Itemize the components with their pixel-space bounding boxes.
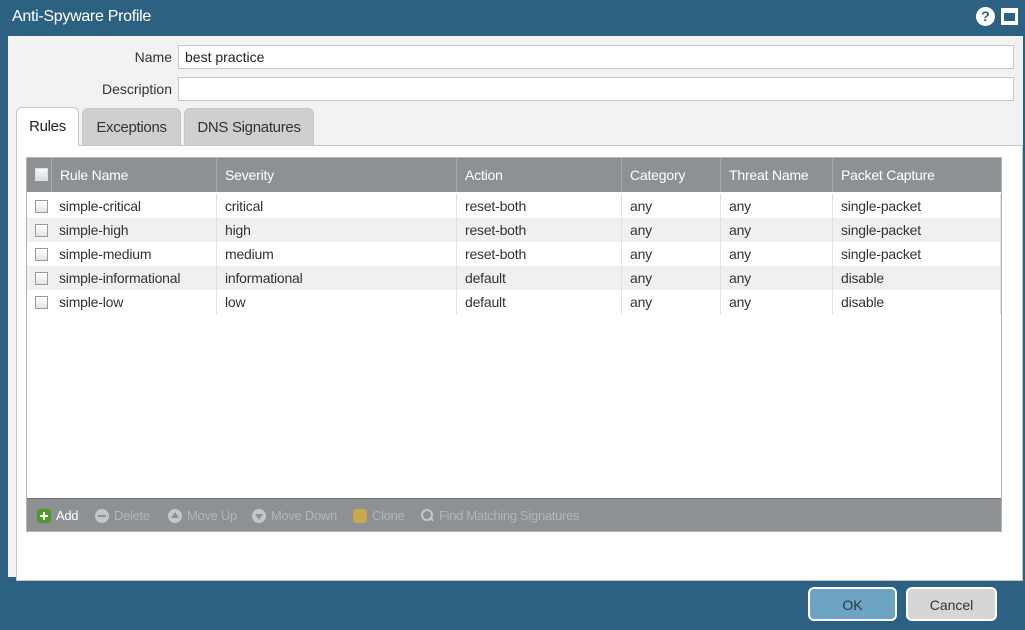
- table-row[interactable]: simple-low low default any any disable: [27, 290, 1001, 314]
- description-input[interactable]: [178, 77, 1014, 101]
- dialog-body: Name Description Rules Exceptions DNS Si…: [8, 36, 1023, 581]
- table-row[interactable]: simple-critical critical reset-both any …: [27, 194, 1001, 218]
- action-cell: default: [457, 290, 622, 314]
- add-icon: [37, 508, 51, 523]
- table-row[interactable]: simple-medium medium reset-both any any …: [27, 242, 1001, 266]
- action-cell: reset-both: [457, 242, 622, 266]
- category-cell: any: [622, 242, 721, 266]
- packet-capture-cell: single-packet: [833, 218, 1001, 242]
- move-up-label: Move Up: [187, 508, 237, 523]
- add-button[interactable]: Add: [37, 508, 79, 523]
- category-cell: any: [622, 218, 721, 242]
- packet-capture-cell: disable: [833, 266, 1001, 290]
- move-down-icon: [252, 508, 266, 523]
- threat-name-cell: any: [721, 194, 833, 218]
- rule-name-cell: simple-informational: [51, 266, 217, 290]
- tab-exceptions[interactable]: Exceptions: [82, 108, 181, 146]
- row-checkbox[interactable]: [35, 200, 48, 213]
- packet-capture-cell: disable: [833, 290, 1001, 314]
- threat-name-cell: any: [721, 290, 833, 314]
- select-all-checkbox[interactable]: [35, 168, 48, 181]
- category-cell: any: [622, 266, 721, 290]
- packet-capture-cell: single-packet: [833, 242, 1001, 266]
- delete-button[interactable]: Delete: [95, 508, 150, 523]
- maximize-icon[interactable]: [1001, 8, 1018, 25]
- delete-icon: [95, 508, 109, 523]
- rule-name-cell: simple-critical: [51, 194, 217, 218]
- table-row[interactable]: simple-high high reset-both any any sing…: [27, 218, 1001, 242]
- help-icon[interactable]: ?: [976, 7, 995, 26]
- find-matching-signatures-label: Find Matching Signatures: [439, 508, 580, 523]
- action-cell: reset-both: [457, 194, 622, 218]
- cancel-button[interactable]: Cancel: [906, 587, 997, 621]
- column-header-threat-name[interactable]: Threat Name: [721, 158, 833, 192]
- column-header-category[interactable]: Category: [622, 158, 721, 192]
- clone-label: Clone: [372, 508, 405, 523]
- severity-cell: critical: [217, 194, 457, 218]
- action-cell: default: [457, 266, 622, 290]
- threat-name-cell: any: [721, 218, 833, 242]
- ok-button[interactable]: OK: [808, 587, 897, 621]
- column-header-severity[interactable]: Severity: [217, 158, 457, 192]
- move-down-button[interactable]: Move Down: [252, 508, 337, 523]
- tab-dns-signatures[interactable]: DNS Signatures: [184, 108, 314, 146]
- severity-cell: high: [217, 218, 457, 242]
- window-title: Anti-Spyware Profile: [12, 8, 151, 25]
- rule-name-cell: simple-high: [51, 218, 217, 242]
- table-header: Rule Name Severity Action Category Threa…: [27, 158, 1001, 192]
- delete-label: Delete: [114, 508, 150, 523]
- search-icon: [420, 508, 434, 523]
- name-label: Name: [134, 49, 172, 65]
- column-header-rule-name[interactable]: Rule Name: [51, 158, 217, 192]
- rule-name-cell: simple-medium: [51, 242, 217, 266]
- add-label: Add: [56, 508, 79, 523]
- title-bar: Anti-Spyware Profile ?: [0, 0, 1025, 36]
- rule-name-cell: simple-low: [51, 290, 217, 314]
- row-checkbox[interactable]: [35, 248, 48, 261]
- severity-cell: medium: [217, 242, 457, 266]
- description-label: Description: [101, 81, 172, 97]
- action-cell: reset-both: [457, 218, 622, 242]
- clone-button[interactable]: Clone: [353, 508, 405, 523]
- move-up-button[interactable]: Move Up: [168, 508, 237, 523]
- table-row[interactable]: simple-informational informational defau…: [27, 266, 1001, 290]
- severity-cell: low: [217, 290, 457, 314]
- table-toolbar: Add Delete Move Up Move Down Clone Find …: [27, 498, 1001, 531]
- column-header-action[interactable]: Action: [457, 158, 622, 192]
- rules-table: Rule Name Severity Action Category Threa…: [26, 157, 1002, 532]
- name-input[interactable]: [178, 45, 1014, 69]
- category-cell: any: [622, 194, 721, 218]
- packet-capture-cell: single-packet: [833, 194, 1001, 218]
- move-down-label: Move Down: [271, 508, 337, 523]
- severity-cell: informational: [217, 266, 457, 290]
- tab-rules[interactable]: Rules: [16, 107, 79, 146]
- clone-icon: [353, 508, 367, 523]
- category-cell: any: [622, 290, 721, 314]
- row-checkbox[interactable]: [35, 296, 48, 309]
- row-checkbox[interactable]: [35, 224, 48, 237]
- threat-name-cell: any: [721, 242, 833, 266]
- find-matching-signatures-button[interactable]: Find Matching Signatures: [420, 508, 580, 523]
- move-up-icon: [168, 508, 182, 523]
- threat-name-cell: any: [721, 266, 833, 290]
- column-header-packet-capture[interactable]: Packet Capture: [833, 158, 1001, 192]
- row-checkbox[interactable]: [35, 272, 48, 285]
